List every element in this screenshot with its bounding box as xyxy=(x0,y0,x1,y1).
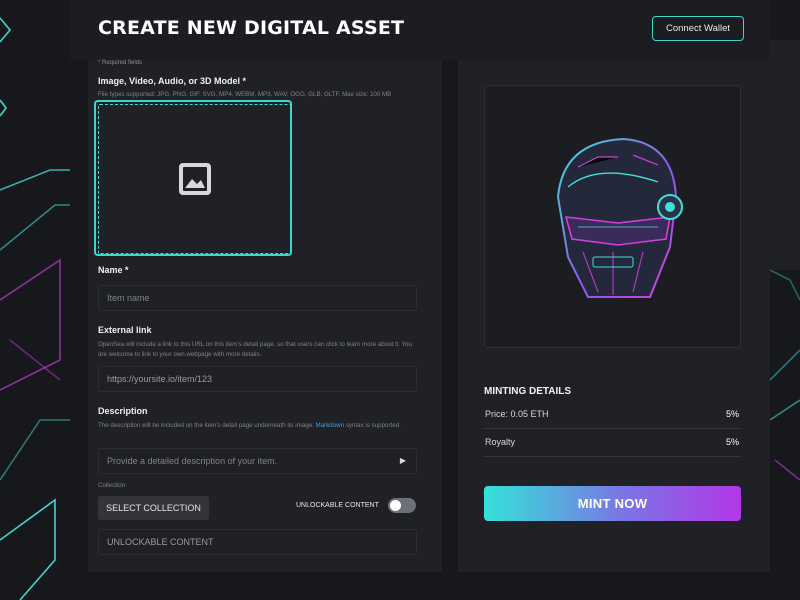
description-placeholder: Provide a detailed description of your i… xyxy=(107,456,278,466)
external-link-input[interactable]: https://yoursite.io/item/123 xyxy=(98,366,417,392)
description-hint: The description will be included on the … xyxy=(98,421,418,431)
royalty-label: Royalty xyxy=(485,437,516,447)
minting-details-title: MINTING DETAILS xyxy=(484,386,572,397)
external-link-hint: OpenSea will include a link to this URL … xyxy=(98,341,412,358)
external-link-label: External link xyxy=(98,325,152,335)
right-edge-strip xyxy=(770,40,800,270)
required-fields-note: * Required fields xyxy=(98,60,142,66)
description-input[interactable]: Provide a detailed description of your i… xyxy=(98,448,417,474)
minting-row-price: Price: 0.05 ETH 5% xyxy=(484,403,741,429)
name-input[interactable]: Item name xyxy=(98,285,417,311)
mint-now-button[interactable]: MINT NOW xyxy=(484,486,741,521)
media-upload-dropzone[interactable] xyxy=(98,104,292,254)
unlockable-content-field[interactable]: UNLOCKABLE CONTENT xyxy=(98,529,417,555)
unlockable-toggle-label: UNLOCKABLE CONTENT xyxy=(296,502,379,509)
external-link-value: https://yoursite.io/item/123 xyxy=(107,374,213,384)
description-label: Description xyxy=(98,406,148,416)
asset-preview xyxy=(484,85,741,348)
markdown-link[interactable]: Markdown xyxy=(316,422,345,429)
cyber-helmet-image xyxy=(556,137,683,298)
select-collection-button[interactable]: SELECT COLLECTION xyxy=(98,496,209,520)
page-title: CREATE NEW DIGITAL ASSET xyxy=(98,17,405,39)
expand-arrow-icon[interactable]: ▶ xyxy=(400,456,406,465)
price-label: Price: 0.05 ETH xyxy=(485,409,549,419)
description-hint-text-end: syntax is supported. xyxy=(345,422,401,429)
unlockable-content-text: UNLOCKABLE CONTENT xyxy=(107,537,214,547)
media-hint: File types supported: JPG, PNG, GIF, SVG… xyxy=(98,91,392,98)
royalty-value: 5% xyxy=(725,437,739,447)
media-label: Image, Video, Audio, or 3D Model * xyxy=(98,76,247,86)
collection-label: Collection xyxy=(98,482,126,489)
image-placeholder-icon xyxy=(179,163,211,195)
minting-row-royalty: Royalty 5% xyxy=(484,431,741,457)
required-fields-text: * Required fields xyxy=(98,60,143,66)
name-label: Name * xyxy=(98,265,129,275)
toggle-knob xyxy=(390,500,401,511)
name-placeholder: Item name xyxy=(107,293,150,303)
unlockable-toggle[interactable] xyxy=(388,498,416,513)
description-hint-text: The description will be included on the … xyxy=(98,422,314,429)
create-form-panel: * Required fields Image, Video, Audio, o… xyxy=(88,60,442,572)
price-value: 5% xyxy=(725,409,739,419)
top-header: CREATE NEW DIGITAL ASSET Connect Wallet xyxy=(70,0,770,60)
preview-panel: MINTING DETAILS Price: 0.05 ETH 5% Royal… xyxy=(458,60,770,572)
connect-wallet-button[interactable]: Connect Wallet xyxy=(652,16,744,41)
